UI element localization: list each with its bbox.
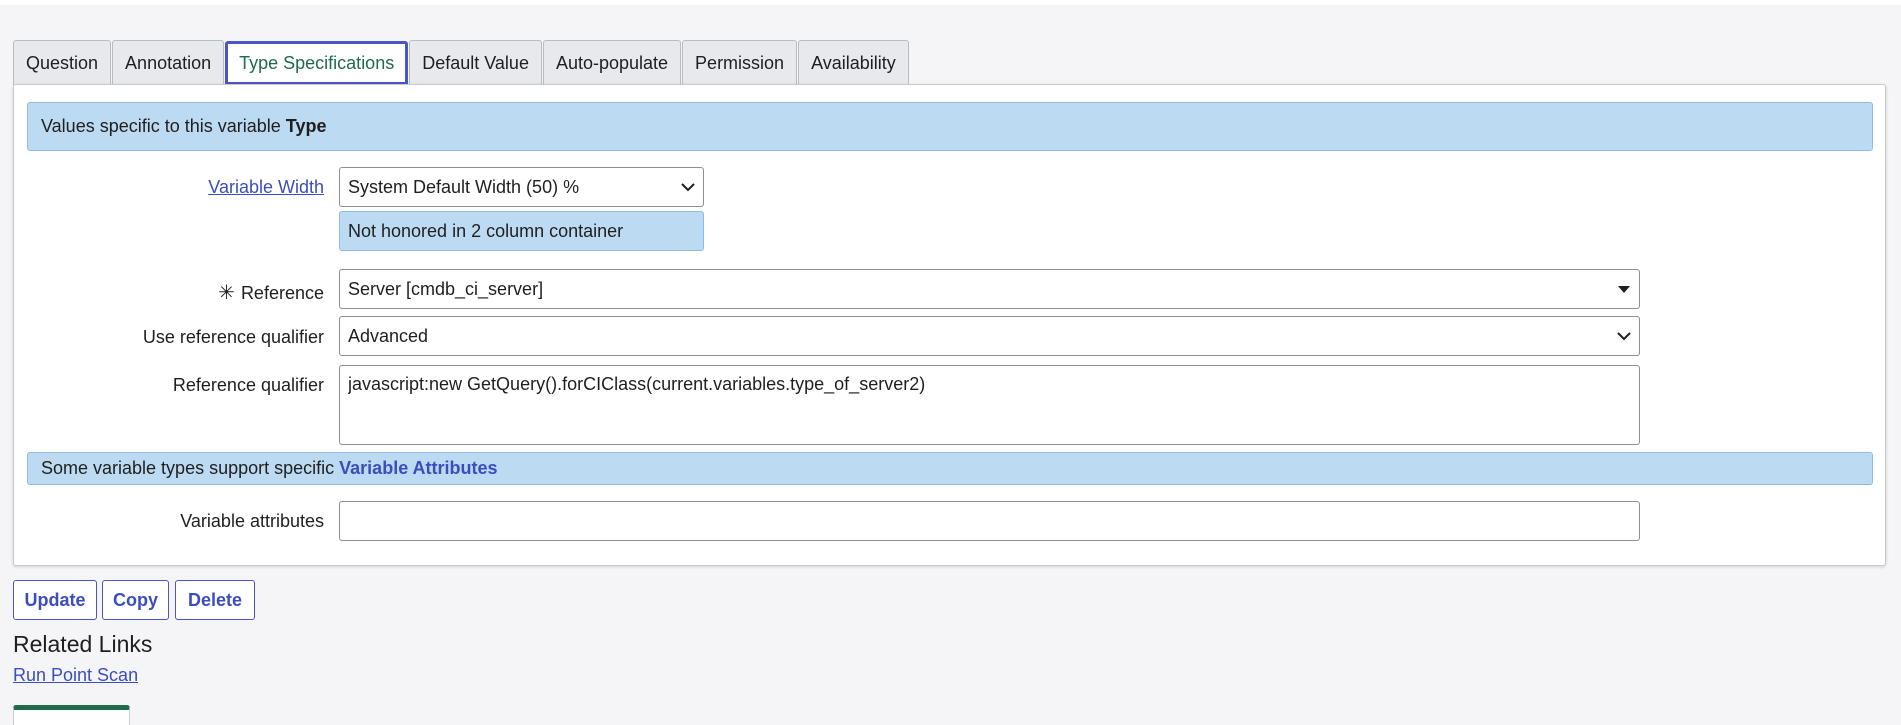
tab-permission[interactable]: Permission — [682, 40, 798, 85]
use-reference-qualifier-value: Advanced — [348, 325, 429, 346]
variable-width-note: Not honored in 2 column container — [339, 211, 704, 251]
related-list-tab-stub[interactable] — [13, 705, 130, 725]
tab-annotation[interactable]: Annotation — [112, 40, 225, 85]
variable-width-note-text: Not honored in 2 column container — [348, 220, 624, 241]
chevron-down-icon — [1609, 328, 1639, 344]
reference-value: Server [cmdb_ci_server] — [348, 278, 544, 299]
caret-down-icon — [1609, 281, 1639, 297]
variable-width-label[interactable]: Variable Width — [14, 177, 324, 198]
reference-label-text: Reference — [240, 283, 324, 303]
asterisk-icon: ✳ — [218, 282, 235, 304]
variable-width-value: System Default Width (50) % — [348, 176, 580, 197]
tab-type-specifications[interactable]: Type Specifications — [225, 41, 409, 85]
update-button[interactable]: Update — [13, 580, 97, 620]
variable-attributes-link[interactable]: Variable Attributes — [339, 458, 497, 479]
variable-attributes-input[interactable] — [339, 501, 1640, 541]
attributes-banner: Some variable types support specific Var… — [27, 452, 1873, 485]
top-strip — [0, 0, 1901, 5]
reference-qualifier-label: Reference qualifier — [172, 375, 324, 395]
copy-button[interactable]: Copy — [102, 580, 169, 620]
reference-qualifier-textarea[interactable]: javascript:new GetQuery().forCIClass(cur… — [339, 365, 1640, 445]
type-banner: Values specific to this variable Type — [27, 102, 1873, 151]
tab-question[interactable]: Question — [13, 40, 112, 85]
reference-qualifier-value: javascript:new GetQuery().forCIClass(cur… — [348, 374, 926, 394]
tab-availability[interactable]: Availability — [798, 40, 909, 85]
tab-default-value[interactable]: Default Value — [409, 40, 542, 85]
type-banner-bold: Type — [285, 116, 327, 136]
reference-label: ✳ Reference — [14, 280, 324, 305]
reference-select[interactable]: Server [cmdb_ci_server] — [339, 269, 1640, 309]
attributes-banner-text: Some variable types support specific — [41, 458, 335, 478]
run-point-scan-link[interactable]: Run Point Scan — [13, 665, 138, 686]
type-banner-text: Values specific to this variable — [41, 116, 281, 136]
related-links-title: Related Links — [13, 631, 153, 657]
use-reference-qualifier-label: Use reference qualifier — [142, 327, 324, 347]
delete-button[interactable]: Delete — [175, 580, 255, 620]
type-specifications-panel: Values specific to this variable Type Va… — [13, 84, 1886, 566]
tab-auto-populate[interactable]: Auto-populate — [542, 40, 682, 85]
variable-width-select[interactable]: System Default Width (50) % — [339, 167, 704, 207]
variable-attributes-label: Variable attributes — [180, 511, 324, 531]
use-reference-qualifier-select[interactable]: Advanced — [339, 316, 1640, 356]
tab-bar: Question Annotation Type Specifications … — [13, 40, 910, 85]
chevron-down-icon — [673, 179, 703, 195]
